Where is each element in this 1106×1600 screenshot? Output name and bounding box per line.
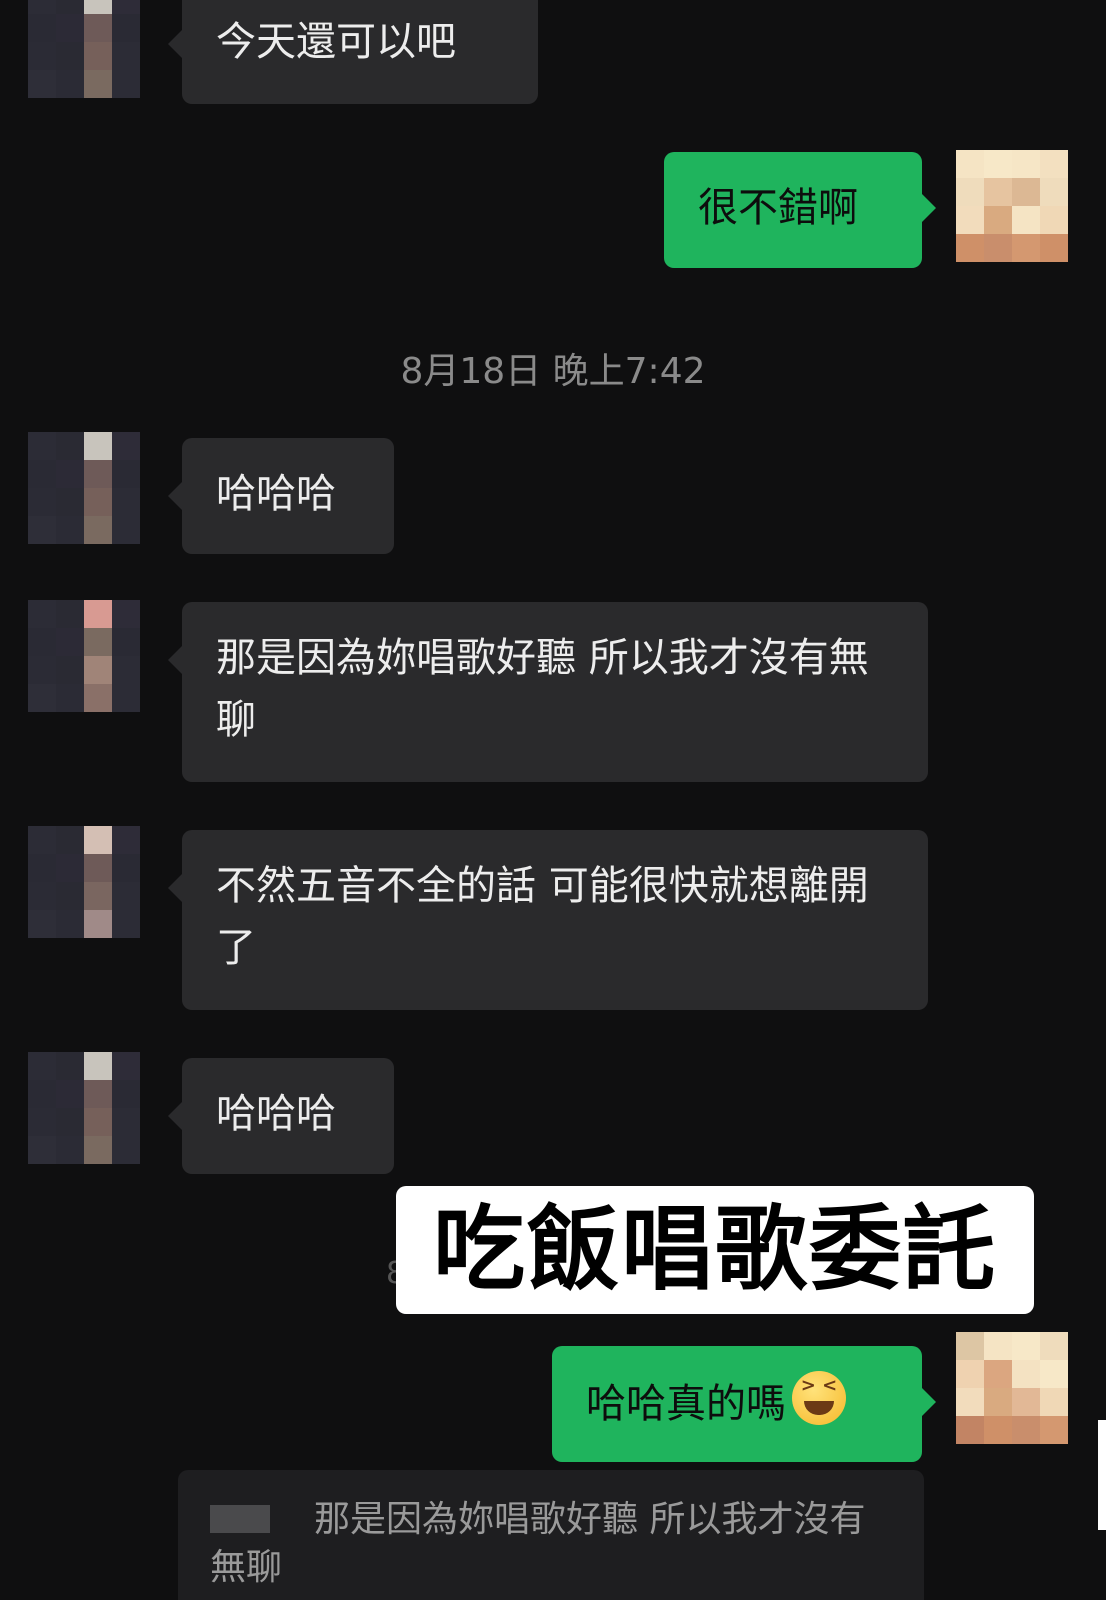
outgoing-message[interactable]: 很不錯啊 [664,152,936,268]
incoming-message[interactable]: 不然五音不全的話 可能很快就想離開了 [168,830,928,1010]
edge-marker [1098,1420,1106,1530]
incoming-message[interactable]: 那是因為妳唱歌好聽 所以我才沒有無聊 [168,602,928,782]
outgoing-message[interactable]: 哈哈真的嗎 [552,1346,936,1462]
incoming-message[interactable]: 哈哈哈 [168,438,394,554]
self-avatar[interactable] [956,150,1068,262]
contact-avatar[interactable] [28,432,140,544]
message-text: 哈哈真的嗎 [586,1381,786,1427]
incoming-message[interactable]: 哈哈哈 [168,1058,394,1174]
contact-avatar[interactable] [28,826,140,938]
contact-avatar[interactable] [28,600,140,712]
laughing-emoji-icon [792,1371,846,1425]
overlay-caption: 吃飯唱歌委託 [396,1186,1034,1314]
incoming-message[interactable]: 今天還可以吧 [168,0,538,104]
quoted-sender-redacted [210,1505,270,1533]
contact-avatar[interactable] [28,1052,140,1164]
contact-avatar[interactable] [28,0,140,98]
timestamp-divider: 8月18日 晚上7:42 [400,351,706,392]
quoted-text: 那是因為妳唱歌好聽 所以我才沒有無聊 [210,1499,866,1588]
self-avatar[interactable] [956,1332,1068,1444]
quoted-message-preview[interactable]: 那是因為妳唱歌好聽 所以我才沒有無聊 [178,1470,924,1600]
